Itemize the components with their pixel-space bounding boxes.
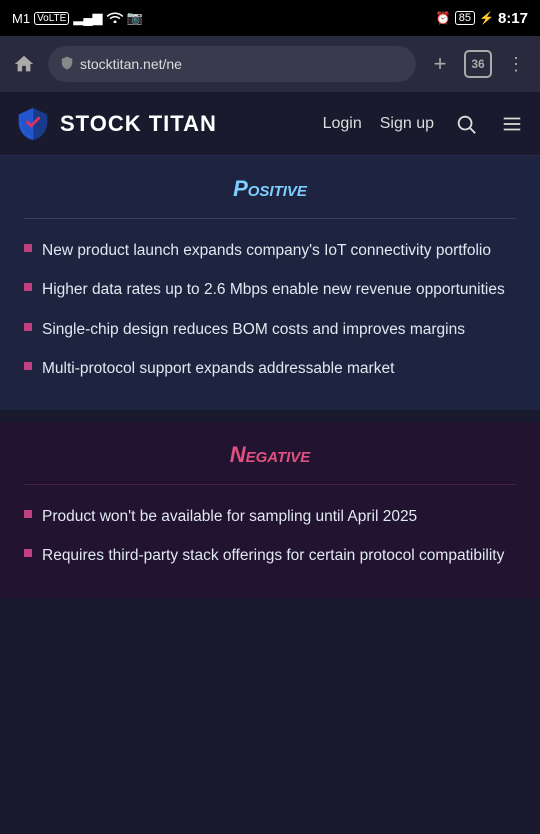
bullet-square-icon [24,323,32,331]
signup-link[interactable]: Sign up [380,115,434,133]
battery-indicator: 85 [455,11,475,25]
list-item: Requires third-party stack offerings for… [24,544,516,567]
browser-actions: + 36 ⋮ [426,50,530,78]
list-item: Product won't be available for sampling … [24,505,516,528]
status-right: ⏰ 85 ⚡ 8:17 [436,10,528,27]
positive-bullet-3: Single-chip design reduces BOM costs and… [42,318,465,341]
bullet-square-icon [24,549,32,557]
signal-icon: ▂▄▆ [73,10,102,26]
charging-icon: ⚡ [479,11,494,25]
browser-home-button[interactable] [10,50,38,78]
main-content: Positive New product launch expands comp… [0,156,540,598]
address-text: stocktitan.net/ne [80,56,182,72]
positive-bullet-list: New product launch expands company's IoT… [24,239,516,380]
negative-section: Negative Product won't be available for … [0,422,540,598]
tab-count-button[interactable]: 36 [464,50,492,78]
site-nav: Login Sign up [323,110,526,138]
positive-section-title: Positive [24,176,516,202]
instagram-icon: 📷 [127,10,143,26]
site-logo[interactable]: STOCK TITAN [14,105,323,143]
new-tab-button[interactable]: + [426,50,454,78]
positive-bullet-1: New product launch expands company's IoT… [42,239,491,262]
negative-divider [24,484,516,485]
positive-divider [24,218,516,219]
alarm-icon: ⏰ [436,11,451,25]
bullet-square-icon [24,510,32,518]
carrier-label: M1 [12,11,30,26]
list-item: New product launch expands company's IoT… [24,239,516,262]
status-left: M1 VoLTE ▂▄▆ 📷 [12,10,143,26]
section-gap [0,410,540,422]
login-link[interactable]: Login [323,115,362,133]
volte-badge: VoLTE [34,12,69,25]
negative-bullet-list: Product won't be available for sampling … [24,505,516,568]
clock: 8:17 [498,10,528,27]
list-item: Multi-protocol support expands addressab… [24,357,516,380]
status-bar: M1 VoLTE ▂▄▆ 📷 ⏰ 85 ⚡ 8:17 [0,0,540,36]
positive-bullet-4: Multi-protocol support expands addressab… [42,357,394,380]
positive-section: Positive New product launch expands comp… [0,156,540,410]
search-icon[interactable] [452,110,480,138]
site-title: STOCK TITAN [60,111,217,137]
list-item: Higher data rates up to 2.6 Mbps enable … [24,278,516,301]
list-item: Single-chip design reduces BOM costs and… [24,318,516,341]
bullet-square-icon [24,362,32,370]
address-bar[interactable]: stocktitan.net/ne [48,46,416,82]
hamburger-menu-icon[interactable] [498,110,526,138]
site-header: STOCK TITAN Login Sign up [0,92,540,156]
browser-chrome: stocktitan.net/ne + 36 ⋮ [0,36,540,92]
logo-shield-icon [14,105,52,143]
negative-bullet-2: Requires third-party stack offerings for… [42,544,504,567]
wifi-icon [107,11,123,26]
negative-bullet-1: Product won't be available for sampling … [42,505,417,528]
negative-section-title: Negative [24,442,516,468]
bullet-square-icon [24,244,32,252]
browser-menu-button[interactable]: ⋮ [502,50,530,78]
bullet-square-icon [24,283,32,291]
site-security-icon [60,56,74,73]
positive-bullet-2: Higher data rates up to 2.6 Mbps enable … [42,278,505,301]
